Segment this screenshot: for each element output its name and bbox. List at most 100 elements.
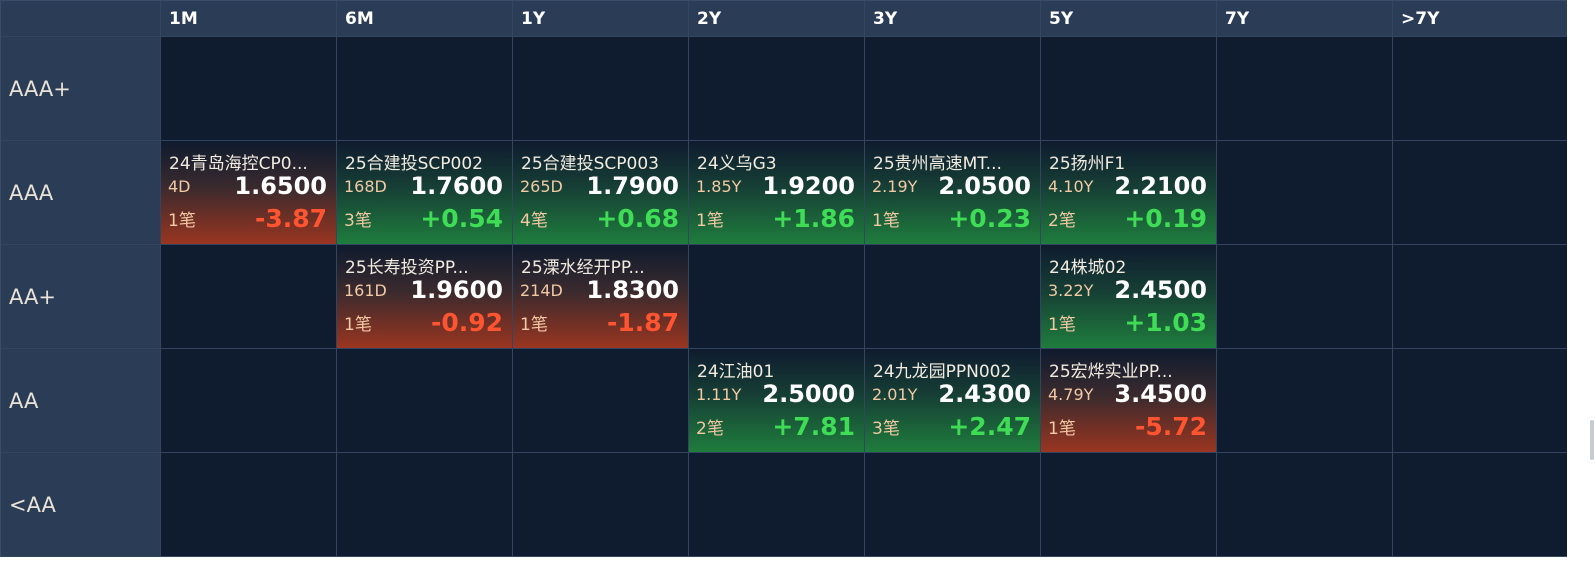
row-label-1[interactable]: AAA bbox=[1, 141, 161, 245]
trade-count: 1笔 bbox=[344, 315, 372, 335]
yield-change: -3.87 bbox=[254, 204, 327, 233]
bond-term: 214D bbox=[520, 281, 563, 300]
yield-change: +1.03 bbox=[1124, 308, 1207, 337]
bond-term: 3.22Y bbox=[1048, 281, 1094, 300]
yield-change: +2.47 bbox=[948, 412, 1031, 441]
bond-matrix-grid: 1M 6M 1Y 2Y 3Y 5Y 7Y >7Y AAA+ AAA 24青岛海控CP0... 4D 1.… bbox=[0, 0, 1568, 557]
bottom-margin bbox=[0, 557, 1567, 569]
bond-yield: 1.8300 bbox=[586, 276, 679, 304]
bond-yield: 1.9600 bbox=[410, 276, 503, 304]
empty-cell bbox=[337, 453, 513, 557]
empty-cell bbox=[1217, 141, 1393, 245]
bond-yield: 1.9200 bbox=[762, 172, 855, 200]
yield-change: +7.81 bbox=[772, 412, 855, 441]
column-header-2[interactable]: 1Y bbox=[513, 1, 689, 37]
yield-change: +0.54 bbox=[420, 204, 503, 233]
yield-change: +0.68 bbox=[596, 204, 679, 233]
bond-term: 2.01Y bbox=[872, 385, 918, 404]
empty-cell bbox=[1041, 453, 1217, 557]
row-label-3[interactable]: AA bbox=[1, 349, 161, 453]
bond-card[interactable]: 24青岛海控CP0... 4D 1.6500 1笔 -3.87 bbox=[161, 141, 337, 245]
bond-card[interactable]: 24江油01 1.11Y 2.5000 2笔 +7.81 bbox=[689, 349, 865, 453]
bond-card[interactable]: 24义乌G3 1.85Y 1.9200 1笔 +1.86 bbox=[689, 141, 865, 245]
bond-name: 25合建投SCP002 bbox=[345, 154, 483, 174]
empty-cell bbox=[1393, 453, 1568, 557]
bond-card[interactable]: 25合建投SCP002 168D 1.7600 3笔 +0.54 bbox=[337, 141, 513, 245]
row-label-0[interactable]: AAA+ bbox=[1, 37, 161, 141]
empty-cell bbox=[1217, 349, 1393, 453]
empty-cell bbox=[161, 349, 337, 453]
yield-change: -1.87 bbox=[606, 308, 679, 337]
bond-term: 4.79Y bbox=[1048, 385, 1094, 404]
empty-cell bbox=[161, 37, 337, 141]
bond-yield: 3.4500 bbox=[1114, 380, 1207, 408]
empty-cell bbox=[1217, 245, 1393, 349]
bond-term: 161D bbox=[344, 281, 387, 300]
bond-card[interactable]: 24九龙园PPN002 2.01Y 2.4300 3笔 +2.47 bbox=[865, 349, 1041, 453]
bond-name: 25宏烨实业PP... bbox=[1049, 362, 1173, 382]
column-header-6[interactable]: 7Y bbox=[1217, 1, 1393, 37]
bond-name: 24义乌G3 bbox=[697, 154, 777, 174]
bond-term: 265D bbox=[520, 177, 563, 196]
bond-name: 24青岛海控CP0... bbox=[169, 154, 308, 174]
column-header-0[interactable]: 1M bbox=[161, 1, 337, 37]
empty-cell bbox=[865, 245, 1041, 349]
bond-name: 25长寿投资PP... bbox=[345, 258, 469, 278]
empty-cell bbox=[1393, 349, 1568, 453]
bond-term: 2.19Y bbox=[872, 177, 918, 196]
bond-card[interactable]: 25长寿投资PP... 161D 1.9600 1笔 -0.92 bbox=[337, 245, 513, 349]
row-label-4[interactable]: <AA bbox=[1, 453, 161, 557]
bond-yield: 2.5000 bbox=[762, 380, 855, 408]
bond-yield: 1.6500 bbox=[234, 172, 327, 200]
trade-count: 3笔 bbox=[344, 211, 372, 231]
bond-card[interactable]: 25宏烨实业PP... 4.79Y 3.4500 1笔 -5.72 bbox=[1041, 349, 1217, 453]
yield-change: -5.72 bbox=[1134, 412, 1207, 441]
bond-term: 4.10Y bbox=[1048, 177, 1094, 196]
bond-yield: 1.7900 bbox=[586, 172, 679, 200]
empty-cell bbox=[513, 37, 689, 141]
empty-cell bbox=[1217, 37, 1393, 141]
bond-term: 1.11Y bbox=[696, 385, 742, 404]
bond-card[interactable]: 25扬州F1 4.10Y 2.2100 2笔 +0.19 bbox=[1041, 141, 1217, 245]
empty-cell bbox=[689, 245, 865, 349]
bond-yield: 2.4500 bbox=[1114, 276, 1207, 304]
bond-term: 4D bbox=[168, 177, 191, 196]
bond-card[interactable]: 25合建投SCP003 265D 1.7900 4笔 +0.68 bbox=[513, 141, 689, 245]
empty-cell bbox=[337, 349, 513, 453]
trade-count: 2笔 bbox=[696, 419, 724, 439]
vertical-scrollbar[interactable] bbox=[1567, 0, 1596, 569]
bond-card[interactable]: 24株城02 3.22Y 2.4500 1笔 +1.03 bbox=[1041, 245, 1217, 349]
empty-cell bbox=[513, 349, 689, 453]
trade-count: 1笔 bbox=[520, 315, 548, 335]
empty-cell bbox=[1041, 37, 1217, 141]
column-header-7[interactable]: >7Y bbox=[1393, 1, 1568, 37]
empty-cell bbox=[689, 453, 865, 557]
scrollbar-thumb[interactable] bbox=[1590, 420, 1594, 460]
bond-name: 25溧水经开PP... bbox=[521, 258, 645, 278]
empty-cell bbox=[161, 453, 337, 557]
yield-change: +0.23 bbox=[948, 204, 1031, 233]
trade-count: 2笔 bbox=[1048, 211, 1076, 231]
trade-count: 1笔 bbox=[696, 211, 724, 231]
column-header-3[interactable]: 2Y bbox=[689, 1, 865, 37]
bond-card[interactable]: 25溧水经开PP... 214D 1.8300 1笔 -1.87 bbox=[513, 245, 689, 349]
bond-card[interactable]: 25贵州高速MT... 2.19Y 2.0500 1笔 +0.23 bbox=[865, 141, 1041, 245]
trade-count: 1笔 bbox=[1048, 419, 1076, 439]
trade-count: 1笔 bbox=[872, 211, 900, 231]
bond-yield: 2.2100 bbox=[1114, 172, 1207, 200]
row-label-2[interactable]: AA+ bbox=[1, 245, 161, 349]
trade-count: 3笔 bbox=[872, 419, 900, 439]
empty-cell bbox=[1393, 37, 1568, 141]
column-header-4[interactable]: 3Y bbox=[865, 1, 1041, 37]
bond-term: 1.85Y bbox=[696, 177, 742, 196]
bond-yield: 2.0500 bbox=[938, 172, 1031, 200]
empty-cell bbox=[865, 453, 1041, 557]
empty-cell bbox=[161, 245, 337, 349]
bond-name: 24九龙园PPN002 bbox=[873, 362, 1012, 382]
bond-name: 24江油01 bbox=[697, 362, 775, 382]
column-header-5[interactable]: 5Y bbox=[1041, 1, 1217, 37]
bond-yield: 1.7600 bbox=[410, 172, 503, 200]
yield-change: -0.92 bbox=[430, 308, 503, 337]
trade-count: 1笔 bbox=[168, 211, 196, 231]
column-header-1[interactable]: 6M bbox=[337, 1, 513, 37]
